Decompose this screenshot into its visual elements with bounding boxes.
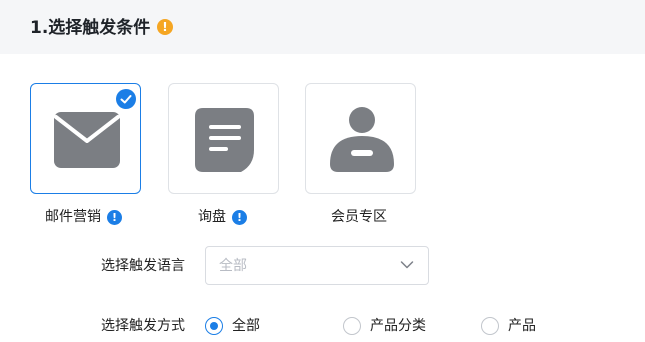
card-label-member-zone: 会员专区 — [331, 208, 387, 226]
trigger-card-member-zone[interactable] — [305, 83, 416, 194]
method-label: 选择触发方式 — [101, 318, 185, 334]
card-label-email-marketing: 邮件营销 ! — [45, 208, 122, 226]
chevron-down-icon — [400, 261, 414, 269]
card-label-inquiry: 询盘 ! — [198, 208, 247, 226]
message-icon — [195, 108, 254, 172]
language-select-value: 全部 — [219, 258, 247, 274]
user-icon — [330, 107, 394, 172]
radio-button[interactable] — [481, 317, 499, 335]
trigger-card-email-marketing[interactable] — [30, 83, 141, 194]
section-title: 1.选择触发条件 — [30, 18, 151, 38]
radio-label: 产品 — [508, 318, 536, 334]
radio-product-category[interactable]: 产品分类 — [343, 317, 426, 335]
radio-button[interactable] — [343, 317, 361, 335]
section-header: 1.选择触发条件 ! — [0, 0, 645, 54]
trigger-card-inquiry[interactable] — [168, 83, 279, 194]
radio-product[interactable]: 产品 — [481, 317, 536, 335]
radio-all[interactable]: 全部 — [205, 317, 260, 335]
radio-button-selected[interactable] — [205, 317, 223, 335]
exclamation-icon[interactable]: ! — [157, 19, 173, 35]
exclamation-icon[interactable]: ! — [107, 209, 122, 225]
card-label-text: 询盘 — [198, 209, 226, 225]
card-label-text: 会员专区 — [331, 209, 387, 225]
exclamation-icon[interactable]: ! — [232, 209, 247, 225]
card-label-text: 邮件营销 — [45, 209, 101, 225]
selected-check-icon — [116, 89, 136, 109]
radio-label: 全部 — [232, 318, 260, 334]
language-label: 选择触发语言 — [101, 258, 185, 274]
radio-label: 产品分类 — [370, 318, 426, 334]
language-select[interactable]: 全部 — [205, 246, 429, 285]
